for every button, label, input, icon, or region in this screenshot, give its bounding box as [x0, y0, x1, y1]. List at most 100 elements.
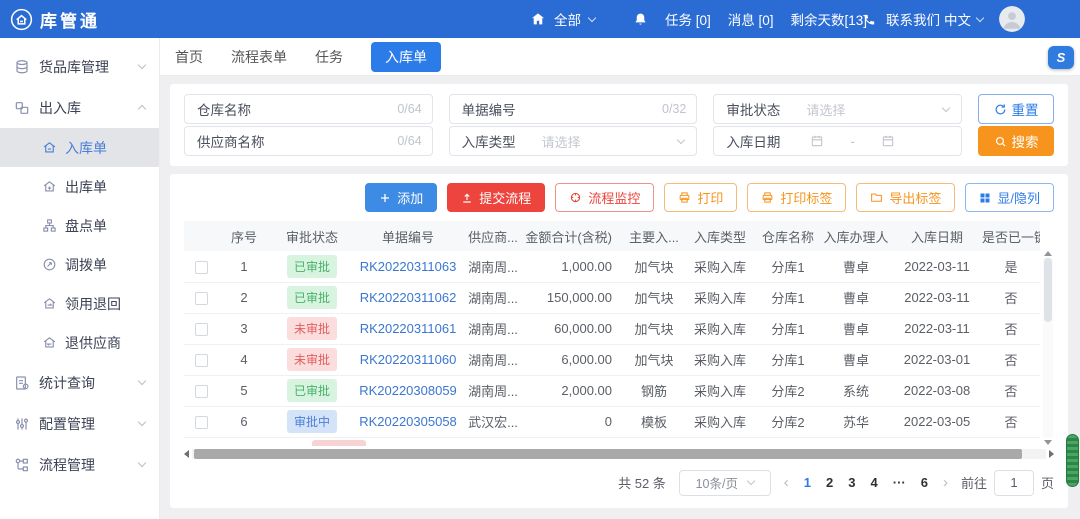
sidebar-item-inout[interactable]: 出入库	[0, 87, 159, 128]
sidebar-item-stocktake-order[interactable]: 盘点单	[0, 206, 159, 245]
messages-counter[interactable]: 消息 [0]	[728, 9, 774, 29]
sidebar-item-label: 退供应商	[65, 333, 121, 353]
prev-page-button[interactable]: ‹	[784, 474, 789, 491]
sidebar-item-supplier-return[interactable]: 退供应商	[0, 323, 159, 362]
sidebar-item-outbound-order[interactable]: 出库单	[0, 167, 159, 206]
table-row[interactable]: 6 审批中 RK20220305058 武汉宏... 0 模板 采购入库 分库2…	[184, 406, 1040, 437]
cell-date: 2022-03-11	[892, 282, 982, 313]
doc-number-field[interactable]: 单据编号 0/32	[449, 94, 698, 124]
page-1[interactable]: 1	[804, 475, 811, 490]
horizontal-scroll-track[interactable]	[192, 449, 1046, 459]
topbar-notifications: 任务 [0] 消息 [0] 剩余天数[13]	[633, 0, 867, 38]
supplier-name-field[interactable]: 供应商名称 0/64	[184, 126, 433, 156]
doc-number-link[interactable]: RK20220311062	[360, 290, 457, 305]
doc-number-link[interactable]: RK20220311061	[360, 321, 457, 336]
sidebar-item-inbound-order[interactable]: 入库单	[0, 128, 159, 167]
bell-icon[interactable]	[633, 12, 648, 27]
add-button[interactable]: 添加	[365, 183, 437, 212]
tab-task[interactable]: 任务	[315, 47, 343, 67]
horizontal-scroll-thumb[interactable]	[194, 449, 1022, 459]
avatar[interactable]	[999, 6, 1025, 32]
row-checkbox[interactable]	[195, 416, 208, 429]
sidebar-item-requisition-return[interactable]: 领用退回	[0, 284, 159, 323]
scope-select[interactable]: 全部	[530, 0, 595, 38]
scroll-up-icon[interactable]	[1044, 251, 1052, 256]
page-size-select[interactable]: 10条/页	[679, 470, 771, 496]
floating-helper-button[interactable]: S	[1048, 46, 1074, 69]
date-range-inputs[interactable]: -	[806, 133, 961, 149]
cell-handler: 曹卓	[820, 251, 892, 282]
calendar-icon	[881, 134, 895, 148]
sidebar-item-config[interactable]: 配置管理	[0, 403, 159, 444]
doc-number-link[interactable]: RK20220311063	[360, 259, 457, 274]
row-checkbox[interactable]	[195, 354, 208, 367]
sidebar-item-goods[interactable]: 货品库管理	[0, 46, 159, 87]
table-row[interactable]: 1 已审批 RK20220311063 湖南周... 1,000.00 加气块 …	[184, 251, 1040, 282]
contact-link[interactable]: 联系我们	[862, 0, 940, 38]
page-2[interactable]: 2	[826, 475, 833, 490]
doc-number-link[interactable]: RK20220305058	[359, 414, 457, 429]
table-row[interactable]: 5 已审批 RK20220308059 湖南周... 2,000.00 钢筋 采…	[184, 375, 1040, 406]
tab-inbound-active[interactable]: 入库单	[371, 42, 441, 72]
language-select[interactable]: 中文	[944, 0, 983, 38]
field-label: 入库日期	[714, 131, 806, 151]
row-checkbox[interactable]	[195, 292, 208, 305]
vertical-scrollbar[interactable]	[1042, 251, 1054, 445]
scroll-down-icon[interactable]	[1044, 440, 1052, 445]
sidebar-item-stats[interactable]: 统计查询	[0, 362, 159, 403]
vertical-scroll-track[interactable]	[1043, 258, 1053, 438]
tab-process-form[interactable]: 流程表单	[231, 47, 287, 67]
goto-page-input[interactable]	[994, 470, 1034, 496]
cell-warehouse: 分库1	[756, 282, 820, 313]
show-hide-columns-button[interactable]: 显/隐列	[965, 183, 1054, 212]
scroll-left-icon[interactable]	[184, 450, 189, 458]
field-label: 审批状态	[714, 99, 806, 119]
char-counter: 0/64	[277, 134, 432, 148]
table-row[interactable]: 3 未审批 RK20220311061 湖南周... 60,000.00 加气块…	[184, 313, 1040, 344]
cell-seq: 4	[218, 344, 270, 375]
inbound-type-select[interactable]: 入库类型 请选择	[449, 126, 698, 156]
vertical-scroll-thumb[interactable]	[1044, 258, 1052, 322]
sidebar-item-transfer-order[interactable]: 调拨单	[0, 245, 159, 284]
reset-button[interactable]: 重置	[978, 94, 1054, 124]
green-scroll-widget[interactable]	[1066, 434, 1079, 487]
export-tag-button[interactable]: 导出标签	[856, 183, 955, 212]
row-checkbox[interactable]	[195, 323, 208, 336]
table-row[interactable]: 2 已审批 RK20220311062 湖南周... 150,000.00 加气…	[184, 282, 1040, 313]
header-type: 入库类型	[684, 221, 756, 251]
header-status: 审批状态	[270, 221, 354, 251]
sidebar: 货品库管理 出入库 入库单 出库单 盘点单 调拨单 领用退回	[0, 38, 160, 519]
status-badge-partial	[312, 440, 366, 446]
sidebar-item-label: 货品库管理	[39, 57, 109, 77]
print-tag-button[interactable]: 打印标签	[747, 183, 846, 212]
row-checkbox[interactable]	[195, 385, 208, 398]
doc-number-link[interactable]: RK20220308059	[359, 383, 457, 398]
next-page-button[interactable]: ›	[943, 474, 948, 491]
search-button[interactable]: 搜索	[978, 126, 1054, 156]
page-6[interactable]: 6	[921, 475, 928, 490]
tab-home[interactable]: 首页	[175, 47, 203, 67]
sidebar-item-process[interactable]: 流程管理	[0, 444, 159, 485]
select-placeholder: 请选择	[806, 100, 943, 119]
submit-flow-button[interactable]: 提交流程	[447, 183, 545, 212]
scroll-right-icon[interactable]	[1049, 450, 1054, 458]
approval-status-select[interactable]: 审批状态 请选择	[713, 94, 962, 124]
tasks-counter[interactable]: 任务 [0]	[665, 9, 711, 29]
row-checkbox[interactable]	[195, 261, 208, 274]
table-wrapper: 序号 审批状态 单据编号 供应商... 金额合计(含税) 主要入... 入库类型…	[184, 221, 1054, 460]
cell-material: 模板	[624, 406, 684, 437]
flow-monitor-button[interactable]: 流程监控	[555, 183, 654, 212]
page-4[interactable]: 4	[871, 475, 878, 490]
doc-number-link[interactable]: RK20220311060	[360, 352, 457, 367]
print-button[interactable]: 打印	[664, 183, 737, 212]
cell-seq: 5	[218, 375, 270, 406]
inbound-date-range-field[interactable]: 入库日期 -	[713, 126, 962, 156]
page-3[interactable]: 3	[848, 475, 855, 490]
table-row[interactable]: 4 未审批 RK20220311060 湖南周... 6,000.00 加气块 …	[184, 344, 1040, 375]
horizontal-scrollbar[interactable]	[184, 448, 1054, 460]
search-panel: 仓库名称 0/64 单据编号 0/32 审批状态 请选择 重置 供应商名称 0/…	[170, 84, 1068, 166]
tabbar: 首页 流程表单 任务 入库单	[160, 38, 1080, 76]
warehouse-name-field[interactable]: 仓库名称 0/64	[184, 94, 433, 124]
header-date: 入库日期	[892, 221, 982, 251]
page-ellipsis[interactable]: ···	[893, 475, 906, 490]
